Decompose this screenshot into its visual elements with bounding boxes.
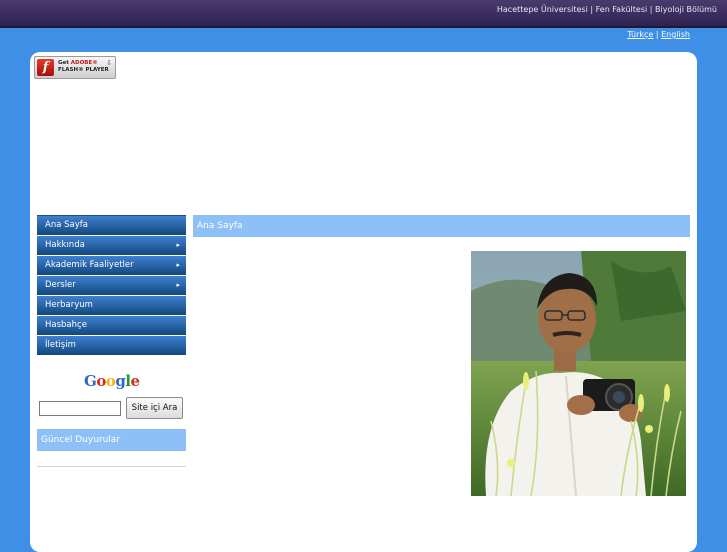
language-switcher: Türkçe | English [627, 30, 690, 39]
sidebar-item-label: Herbaryum [45, 300, 93, 310]
top-bar: Hacettepe Üniversitesi | Fen Fakültesi |… [0, 0, 727, 28]
chevron-right-icon: ▸ [176, 281, 180, 289]
sidebar-nav: Ana Sayfa Hakkında ▸ Akademik Faaliyetle… [37, 215, 186, 356]
chevron-right-icon: ▸ [176, 261, 180, 269]
sidebar-item-label: Ana Sayfa [45, 220, 88, 230]
link-faculty[interactable]: Fen Fakültesi [596, 5, 648, 14]
sidebar-item-label: Hakkında [45, 240, 85, 250]
sidebar-item-iletisim[interactable]: İletişim [37, 336, 186, 355]
sidebar-item-label: İletişim [45, 340, 76, 350]
lang-english-link[interactable]: English [661, 30, 690, 39]
news-section-title: Güncel Duyurular [37, 429, 186, 451]
get-flash-player-badge[interactable]: f Get ADOBE® FLASH® PLAYER ⇩ [34, 56, 116, 79]
sidebar-item-label: Dersler [45, 280, 76, 290]
sidebar-item-herbaryum[interactable]: Herbaryum [37, 296, 186, 315]
google-logo: Google [84, 372, 140, 390]
divider [37, 466, 186, 467]
flash-badge-text: Get ADOBE® FLASH® PLAYER [58, 60, 109, 74]
sidebar-item-hakkinda[interactable]: Hakkında ▸ [37, 236, 186, 255]
link-department[interactable]: Biyoloji Bölümü [655, 5, 717, 14]
flash-get-text: Get [58, 60, 69, 66]
chevron-right-icon: ▸ [176, 241, 180, 249]
lang-turkish-link[interactable]: Türkçe [627, 30, 653, 39]
sidebar-item-dersler[interactable]: Dersler ▸ [37, 276, 186, 295]
profile-photo [471, 251, 686, 496]
sidebar-item-ana-sayfa[interactable]: Ana Sayfa [37, 216, 186, 235]
site-search-input[interactable] [39, 401, 121, 416]
page-title: Ana Sayfa [193, 215, 690, 237]
sidebar-item-hasbahce[interactable]: Hasbahçe [37, 316, 186, 335]
site-search-button[interactable]: Site içi Ara [126, 397, 183, 419]
lang-separator: | [655, 30, 659, 39]
link-university[interactable]: Hacettepe Üniversitesi [497, 5, 588, 14]
flash-logo-icon: f [37, 59, 54, 76]
institution-links: Hacettepe Üniversitesi | Fen Fakültesi |… [497, 5, 717, 14]
sidebar-item-akademik-faaliyetler[interactable]: Akademik Faaliyetler ▸ [37, 256, 186, 275]
flash-adobe-text: ADOBE® [70, 60, 98, 66]
sidebar-item-label: Hasbahçe [45, 320, 87, 330]
photo-illustration [471, 251, 686, 496]
flash-player-text: FLASH® PLAYER [58, 67, 109, 73]
download-arrow-icon: ⇩ [106, 59, 112, 67]
sidebar-item-label: Akademik Faaliyetler [45, 260, 134, 270]
